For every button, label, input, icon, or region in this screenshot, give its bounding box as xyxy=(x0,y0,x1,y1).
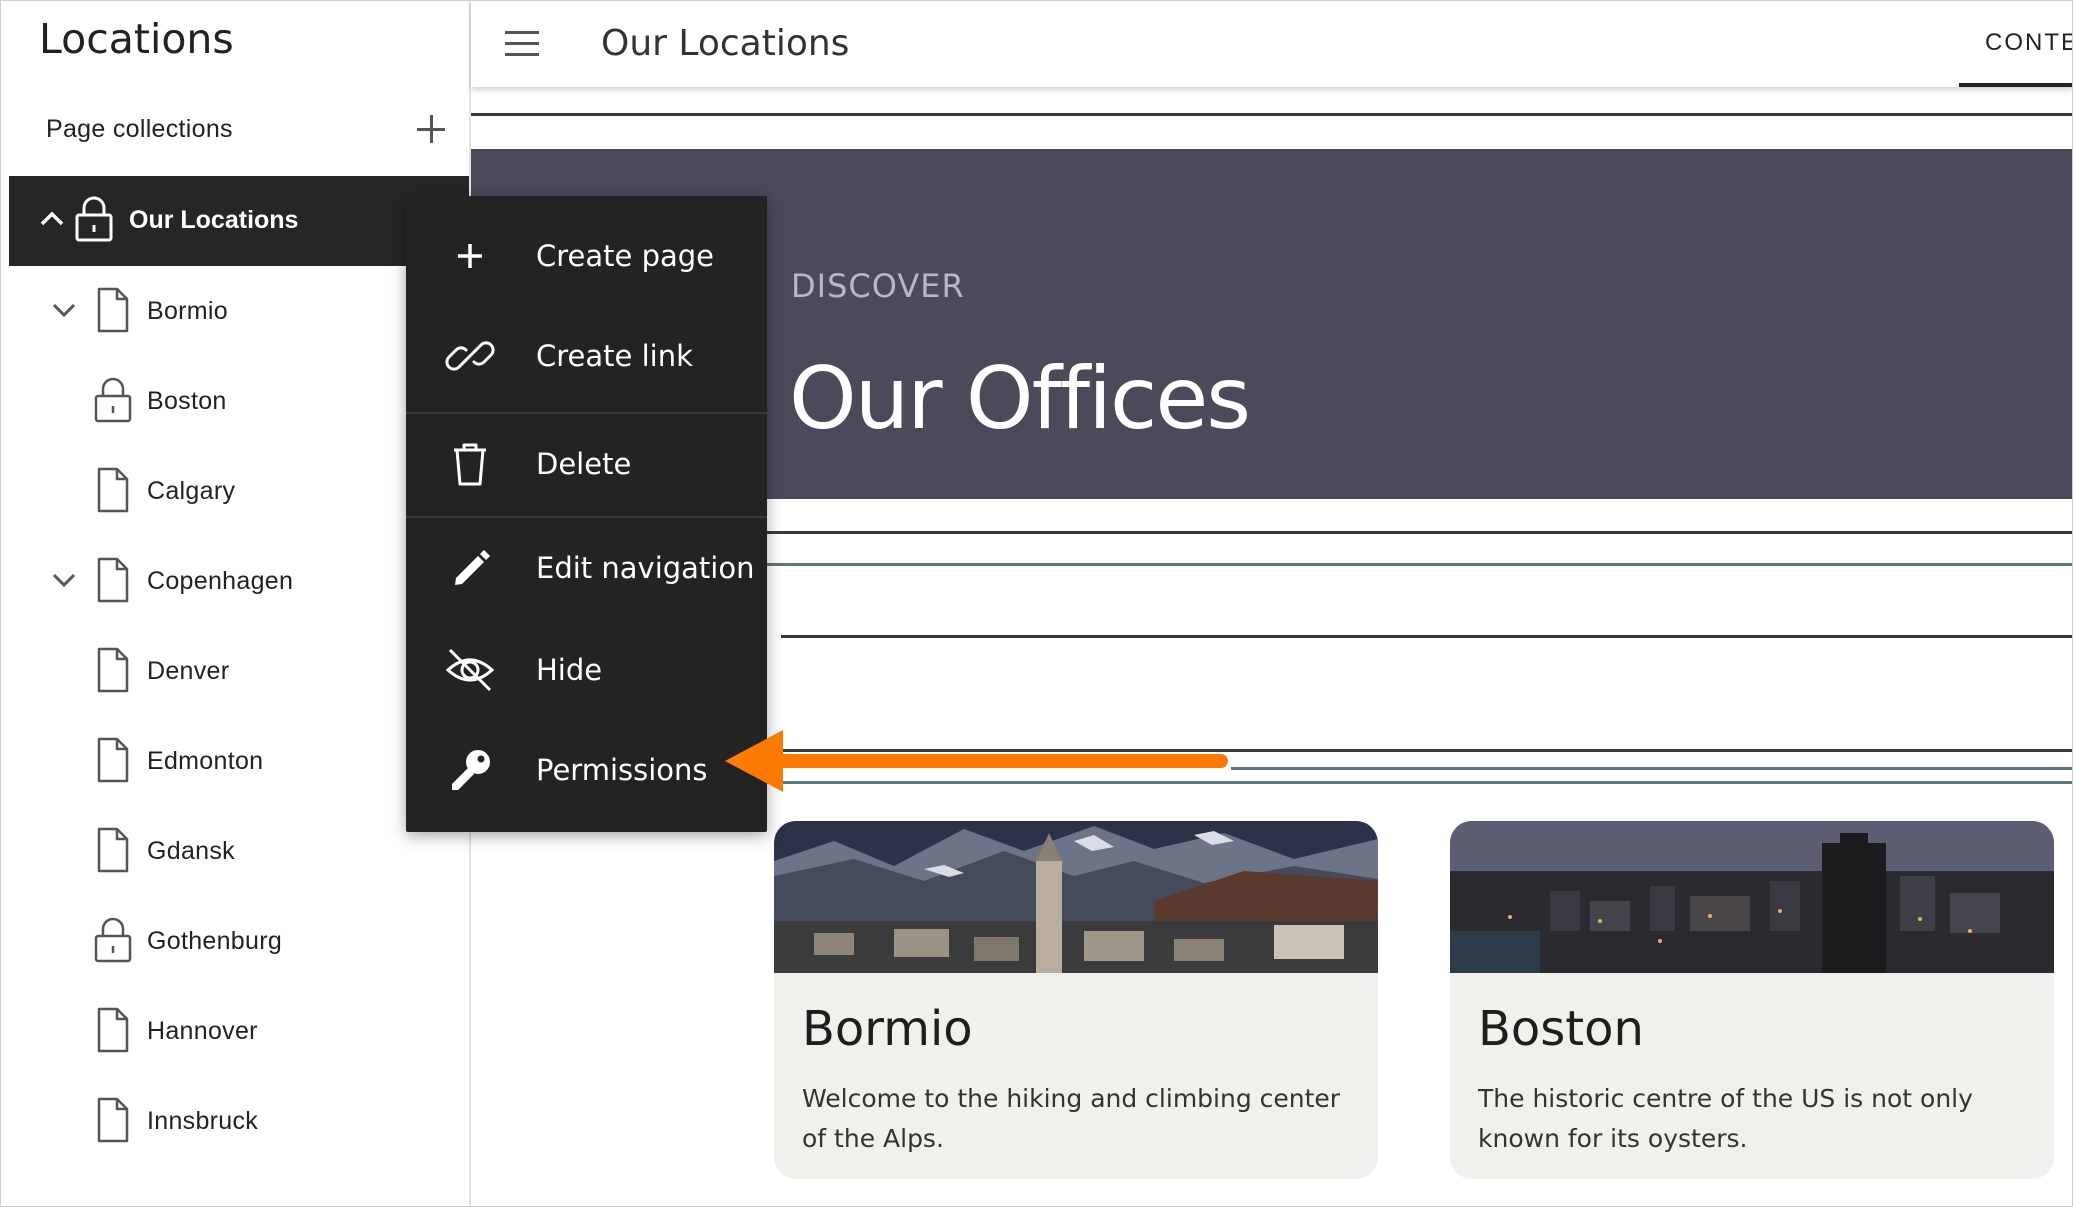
pencil-icon xyxy=(455,550,490,585)
sidebar-title: Locations xyxy=(39,15,234,63)
tree-item-label: Boston xyxy=(147,387,227,415)
chevron-down-icon[interactable] xyxy=(51,569,77,591)
tree-item-innsbruck[interactable]: Innsbruck xyxy=(1,1076,469,1166)
sidebar-item-our-locations[interactable]: Our Locations xyxy=(9,176,469,266)
chevron-up-icon[interactable] xyxy=(39,208,65,230)
menu-item-create-page[interactable]: Create page xyxy=(406,206,767,306)
tree-item-label: Hannover xyxy=(147,1017,258,1045)
hero-title: Our Offices xyxy=(789,349,1251,449)
page-icon xyxy=(97,737,129,783)
tree-item-label: Calgary xyxy=(147,477,236,505)
page-title: Our Locations xyxy=(601,23,850,64)
lock-icon xyxy=(94,377,132,423)
add-collection-button[interactable] xyxy=(413,111,449,147)
link-icon xyxy=(445,341,495,371)
plus-icon xyxy=(458,244,482,268)
boston-image xyxy=(1450,821,2054,973)
tree-item-label: Gothenburg xyxy=(147,927,283,955)
page-icon xyxy=(97,1097,129,1143)
location-card-boston[interactable]: Boston The historic centre of the US is … xyxy=(1450,821,2054,1179)
tree-item-label: Denver xyxy=(147,657,230,685)
menu-item-label: Create page xyxy=(536,239,715,273)
bormio-image xyxy=(774,821,1378,973)
tree-item-label: Gdansk xyxy=(147,837,235,865)
tree-item-label: Innsbruck xyxy=(147,1107,259,1135)
menu-item-permissions[interactable]: Permissions xyxy=(406,720,767,820)
menu-item-label: Permissions xyxy=(536,753,708,787)
sidebar-item-label: Our Locations xyxy=(129,206,299,234)
menu-item-label: Delete xyxy=(536,447,632,481)
divider xyxy=(471,113,2072,116)
location-card-bormio[interactable]: Bormio Welcome to the hiking and climbin… xyxy=(774,821,1378,1179)
divider xyxy=(1231,767,2072,770)
menu-item-label: Hide xyxy=(536,653,603,687)
tree-item-label: Bormio xyxy=(147,297,228,325)
tree-item-copenhagen[interactable]: Copenhagen xyxy=(1,536,469,626)
page-icon xyxy=(97,467,129,513)
tree-item-label: Edmonton xyxy=(147,747,264,775)
eye-off-icon xyxy=(445,648,495,692)
tree-item-label: Copenhagen xyxy=(147,567,294,595)
tree-item-boston[interactable]: Boston xyxy=(1,356,469,446)
menu-item-edit-navigation[interactable]: Edit navigation xyxy=(406,518,767,618)
tree-item-edmonton[interactable]: Edmonton xyxy=(1,716,469,806)
sidebar: Locations Page collections Our Locations… xyxy=(1,1,471,1206)
top-bar: Our Locations CONTE xyxy=(471,1,2073,87)
page-collections-label: Page collections xyxy=(46,115,233,143)
tree-item-denver[interactable]: Denver xyxy=(1,626,469,716)
page-icon xyxy=(97,1007,129,1053)
card-text: Welcome to the hiking and climbing cente… xyxy=(802,1084,1341,1153)
tree-item-hannover[interactable]: Hannover xyxy=(1,986,469,1076)
lock-icon xyxy=(94,917,132,963)
app-window: Locations Page collections Our Locations… xyxy=(0,0,2073,1207)
lock-icon xyxy=(75,196,113,242)
page-icon xyxy=(97,827,129,873)
menu-item-hide[interactable]: Hide xyxy=(406,620,767,720)
trash-icon xyxy=(454,443,486,486)
tab-label: CONTE xyxy=(1985,29,2073,56)
page-icon xyxy=(97,557,129,603)
card-text: The historic centre of the US is not onl… xyxy=(1478,1084,1973,1153)
tree-item-gothenburg[interactable]: Gothenburg xyxy=(1,896,469,986)
tab-content[interactable]: CONTE xyxy=(1959,1,2073,87)
tree-item-bormio[interactable]: Bormio xyxy=(1,266,469,356)
menu-item-create-link[interactable]: Create link xyxy=(406,306,767,406)
chevron-down-icon[interactable] xyxy=(51,299,77,321)
tree-item-calgary[interactable]: Calgary xyxy=(1,446,469,536)
page-icon xyxy=(97,287,129,333)
divider xyxy=(781,635,2072,638)
menu-icon[interactable] xyxy=(505,31,539,57)
context-menu: Create page Create link Delete Edit navi… xyxy=(406,196,767,832)
menu-item-label: Create link xyxy=(536,339,693,373)
card-title: Boston xyxy=(1478,1001,1644,1057)
card-title: Bormio xyxy=(802,1001,973,1057)
annotation-arrow xyxy=(725,730,1228,792)
key-icon xyxy=(452,750,490,790)
page-icon xyxy=(97,647,129,693)
menu-item-label: Edit navigation xyxy=(536,551,755,585)
hero-eyebrow: DISCOVER xyxy=(791,267,965,305)
tree-item-gdansk[interactable]: Gdansk xyxy=(1,806,469,896)
menu-item-delete[interactable]: Delete xyxy=(406,414,767,514)
